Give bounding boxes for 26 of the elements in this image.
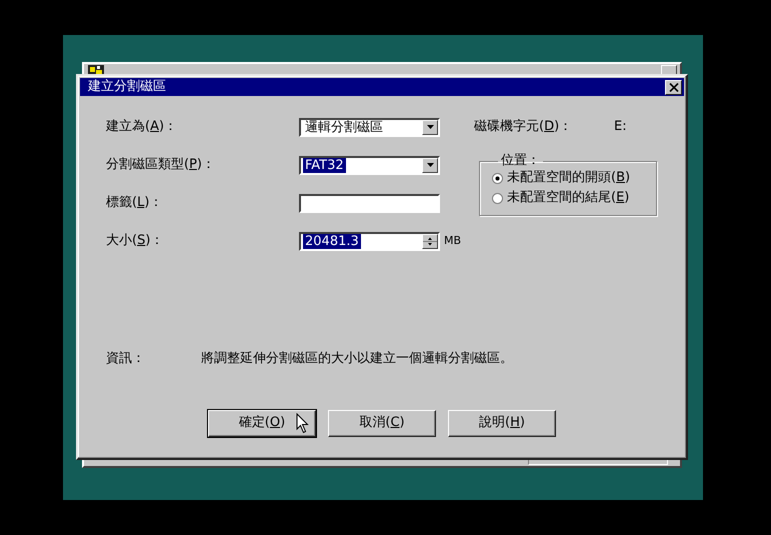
field-label: 分割磁區類型(P)： <box>106 156 216 174</box>
dialog-title: 建立分割磁區 <box>88 78 166 96</box>
field-label: 標籤(L)： <box>106 194 164 212</box>
close-button[interactable] <box>665 80 682 94</box>
radio-button[interactable] <box>492 172 503 184</box>
input-field[interactable] <box>299 194 440 212</box>
dropdown[interactable]: FAT32 <box>299 156 440 174</box>
field-label: 大小(S)： <box>106 232 164 250</box>
radio-button[interactable] <box>492 192 503 204</box>
drive-letter-label: 磁碟機字元(D)： <box>474 118 574 136</box>
dialog-button[interactable]: 取消(C) <box>328 410 436 436</box>
radio-label[interactable]: 未配置空間的開頭(B) <box>507 168 630 188</box>
dialog-button[interactable]: 說明(H) <box>448 410 556 436</box>
info-text: 將調整延伸分割磁區的大小以建立一個邏輯分割磁區。 <box>201 350 513 368</box>
unit-label: MB <box>444 232 462 249</box>
close-icon <box>668 82 678 92</box>
drive-letter-value: E: <box>614 118 627 136</box>
mouse-pointer-icon <box>296 413 309 434</box>
group-label: 位置： <box>500 154 541 168</box>
dialog-button[interactable]: 確定(O) <box>208 410 316 436</box>
spin-field[interactable]: 20481.3 <box>299 232 440 250</box>
field-label: 建立為(A)： <box>106 118 178 136</box>
info-label: 資訊： <box>106 350 146 368</box>
radio-label[interactable]: 未配置空間的結尾(E) <box>507 188 630 208</box>
spinner-arrows-icon[interactable] <box>422 234 438 248</box>
dropdown[interactable]: 邏輯分割磁區 <box>299 118 440 136</box>
